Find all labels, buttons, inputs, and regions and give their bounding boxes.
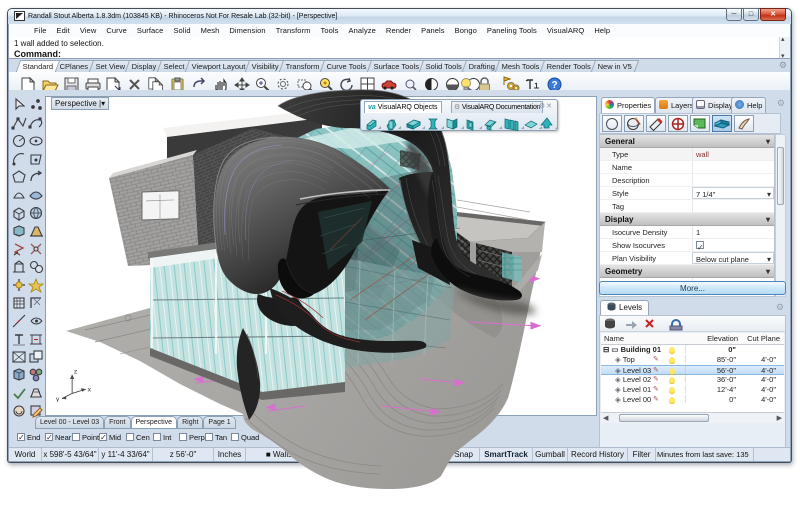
svg-text:z: z <box>74 369 78 376</box>
svg-text:y: y <box>56 396 60 402</box>
svg-text:x: x <box>88 387 92 394</box>
